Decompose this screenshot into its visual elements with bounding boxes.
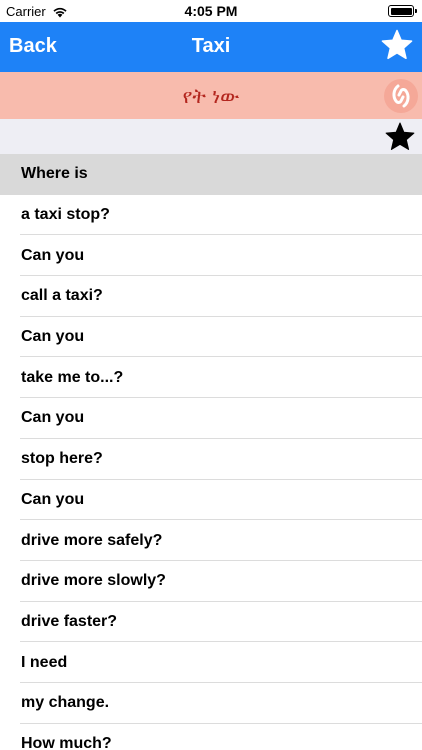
list-item[interactable]: drive more slowly? xyxy=(0,561,422,602)
back-button[interactable]: Back xyxy=(9,35,57,58)
list-item-label: a taxi stop? xyxy=(21,206,110,224)
list-item-label: How much? xyxy=(21,734,112,750)
speaker-icon[interactable] xyxy=(384,79,418,113)
list-item-label: I need xyxy=(21,653,68,671)
list-item[interactable]: stop here? xyxy=(0,439,422,480)
list-item-label: Can you xyxy=(21,246,85,264)
list-item[interactable]: drive more safely? xyxy=(0,520,422,561)
list-item-label: drive more slowly? xyxy=(21,572,166,590)
list-item-label: my change. xyxy=(21,694,110,712)
list-item-label: stop here? xyxy=(21,450,103,468)
list-item[interactable]: I need xyxy=(0,642,422,683)
list-item[interactable]: Can you xyxy=(0,317,422,358)
translation-bar: የት ነው xyxy=(0,72,422,119)
list-item-label: Can you xyxy=(21,490,85,508)
list-item-label: call a taxi? xyxy=(21,287,103,305)
list-item-label: Can you xyxy=(21,409,85,427)
list-item-label: Where is xyxy=(21,165,88,183)
list-item-label: Can you xyxy=(21,328,85,346)
list-item-label: drive more safely? xyxy=(21,531,163,549)
star-outline-icon[interactable] xyxy=(380,28,414,62)
list-item[interactable]: drive faster? xyxy=(0,602,422,643)
list-item[interactable]: Where is xyxy=(0,154,422,195)
page-title: Taxi xyxy=(191,35,231,57)
list-item-label: drive faster? xyxy=(21,612,118,630)
list-item[interactable]: How much? xyxy=(0,724,422,750)
status-time: 4:05 PM xyxy=(184,3,238,19)
list-item[interactable]: take me to...? xyxy=(0,357,422,398)
star-filled-icon[interactable] xyxy=(384,121,416,153)
favorites-bar xyxy=(0,119,422,154)
translation-text: የት ነው xyxy=(182,84,240,108)
navigation-bar: Back Taxi xyxy=(0,22,422,72)
phrase-list: Where is a taxi stop? Can you call a tax… xyxy=(0,154,422,750)
status-bar: Carrier 4:05 PM xyxy=(0,0,422,22)
list-item[interactable]: Can you xyxy=(0,480,422,521)
list-item[interactable]: Can you xyxy=(0,235,422,276)
list-item[interactable]: call a taxi? xyxy=(0,276,422,317)
list-item-label: take me to...? xyxy=(21,368,124,386)
battery-icon xyxy=(388,5,417,17)
list-item[interactable]: my change. xyxy=(0,683,422,724)
list-item[interactable]: a taxi stop? xyxy=(0,195,422,236)
list-item[interactable]: Can you xyxy=(0,398,422,439)
